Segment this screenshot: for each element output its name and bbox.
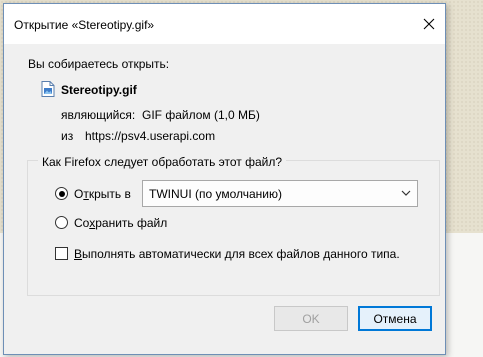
close-icon bbox=[423, 18, 435, 30]
ok-button[interactable]: OK bbox=[274, 306, 348, 331]
file-type-label: являющийся: bbox=[61, 108, 136, 122]
file-source-value: https://psv4.userapi.com bbox=[85, 129, 216, 143]
file-name: Stereotipy.gif bbox=[61, 83, 137, 97]
cancel-button[interactable]: Отмена bbox=[358, 306, 432, 331]
action-group-legend: Как Firefox следует обработать этот файл… bbox=[38, 155, 287, 169]
open-file-dialog: Открытие «Stereotipy.gif» Вы собираетесь… bbox=[3, 3, 446, 355]
chevron-down-icon bbox=[401, 190, 411, 196]
file-type-value: GIF файлом (1,0 МБ) bbox=[142, 108, 260, 122]
window-title: Открытие «Stereotipy.gif» bbox=[14, 18, 155, 32]
title-bar[interactable]: Открытие «Stereotipy.gif» bbox=[4, 4, 445, 44]
open-with-label[interactable]: Открыть в bbox=[74, 187, 131, 201]
intro-text: Вы собираетесь открыть: bbox=[28, 57, 170, 71]
auto-action-checkbox[interactable] bbox=[55, 247, 68, 260]
open-with-radio[interactable] bbox=[55, 187, 68, 200]
save-file-label[interactable]: Сохранить файл bbox=[74, 216, 167, 230]
application-select-value: TWINUI (по умолчанию) bbox=[149, 186, 283, 201]
application-select[interactable]: TWINUI (по умолчанию) bbox=[142, 180, 418, 207]
auto-action-label[interactable]: Выполнять автоматически для всех файлов … bbox=[74, 247, 400, 261]
gif-file-icon bbox=[41, 81, 55, 97]
close-button[interactable] bbox=[417, 12, 441, 36]
file-source-label: из bbox=[61, 129, 74, 143]
save-file-radio[interactable] bbox=[55, 216, 68, 229]
